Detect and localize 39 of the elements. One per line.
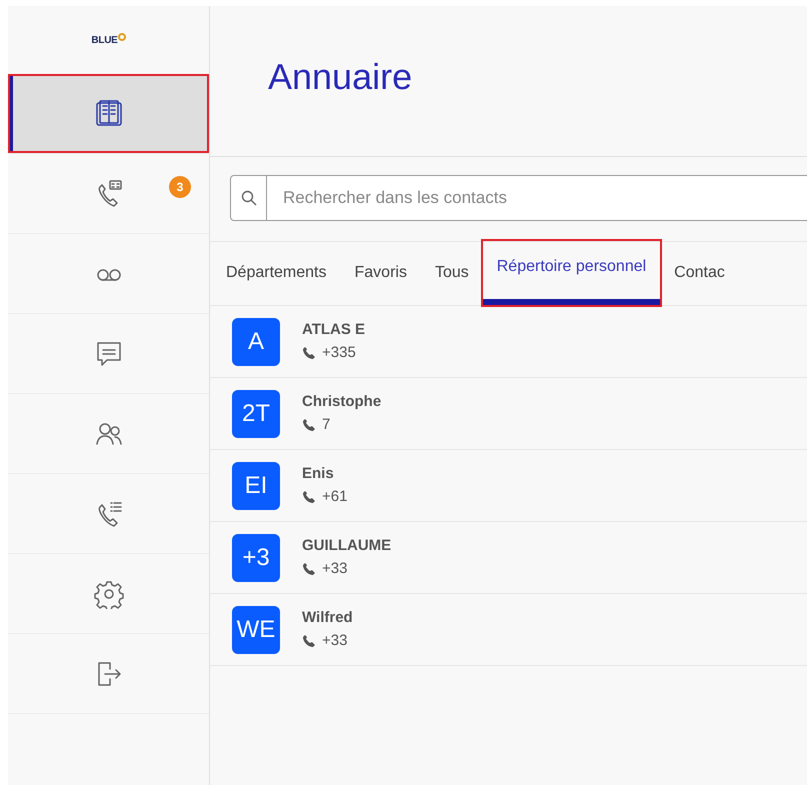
tab[interactable]: Favoris	[340, 247, 421, 305]
phone-icon	[302, 634, 316, 648]
page-title: Annuaire	[268, 55, 412, 99]
tab[interactable]: Contac	[660, 247, 739, 305]
contact-name: Wilfred	[302, 608, 353, 628]
phone-icon	[302, 562, 316, 576]
contact-row[interactable]: 2T Christophe 7	[210, 378, 807, 450]
tab[interactable]: Départements	[226, 247, 340, 305]
contact-name: Enis	[302, 464, 335, 484]
contact-row[interactable]: A ATLAS E +335	[210, 306, 807, 378]
avatar-initials: WE	[232, 606, 280, 654]
phone-number: +335	[322, 342, 356, 362]
avatar-initials: +3	[232, 534, 280, 582]
phone-icon	[302, 490, 316, 504]
tab[interactable]: Tous	[420, 247, 483, 305]
avatar-initials: 2T	[232, 390, 280, 438]
tab[interactable]: Répertoire personnel	[482, 241, 660, 305]
sidebar-item[interactable]	[8, 74, 209, 154]
phone-icon	[302, 418, 316, 432]
phone-number: +33	[322, 558, 348, 578]
contact-name: GUILLAUME	[302, 536, 392, 556]
contact-row[interactable]: +3 GUILLAUME +33	[210, 522, 807, 594]
avatar-initials: A	[232, 318, 280, 366]
phone-icon	[302, 346, 316, 360]
count-badge: 3	[169, 176, 191, 198]
avatar-initials: EI	[232, 462, 280, 510]
search-icon	[240, 190, 256, 206]
contact-name: Christophe	[302, 392, 382, 412]
phone-number: 7	[322, 414, 330, 434]
book-icon	[94, 98, 124, 128]
logo-icon	[118, 32, 126, 40]
phone-number: +33	[322, 630, 348, 650]
contact-name: ATLAS E	[302, 320, 366, 340]
phone-number: +61	[322, 486, 348, 506]
contact-row[interactable]: EI Enis +61	[210, 450, 807, 522]
logo-text: BLUE	[91, 34, 118, 48]
contact-row[interactable]: WE Wilfred +33	[210, 594, 807, 666]
settings-icon	[94, 578, 124, 608]
search-field[interactable]: Rechercher dans les contacts	[267, 175, 807, 221]
